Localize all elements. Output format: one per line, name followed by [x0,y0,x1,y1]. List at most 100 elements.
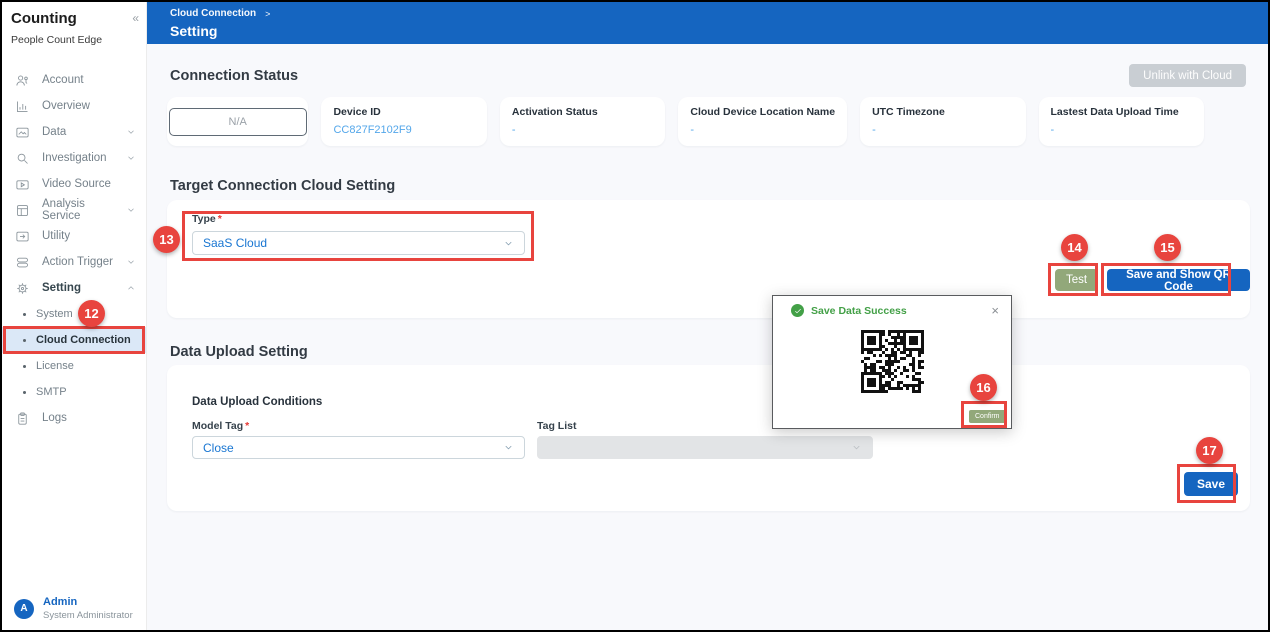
status-card-value: - [512,124,653,136]
sidebar-item-label: Data [42,126,66,138]
video-icon [15,177,30,192]
header-bar: Cloud Connection > Setting [147,2,1268,44]
save-and-show-qr-button[interactable]: Save and Show QR Code [1107,269,1250,291]
sidebar-item-system[interactable]: System [2,301,146,327]
status-card-label: Lastest Data Upload Time [1051,106,1192,118]
sidebar-item-data[interactable]: Data [2,119,146,145]
annotation-step-17: 17 [1196,437,1223,464]
sidebar-item-label: Action Trigger [42,256,113,268]
test-button[interactable]: Test [1055,269,1098,291]
tag-list-label: Tag List [537,420,576,432]
image-icon [15,125,30,140]
status-card-label: Activation Status [512,106,653,118]
bullet-icon [23,339,26,342]
sidebar-item-label: Logs [42,412,67,424]
sidebar-item-cloud-connection[interactable]: Cloud Connection 12 [2,327,146,353]
status-card-cloud-device-location: Cloud Device Location Name - [678,97,847,146]
dialog-title: Save Data Success [811,305,907,317]
model-tag-select[interactable]: Close [192,436,525,459]
sidebar-item-overview[interactable]: Overview [2,93,146,119]
status-card-label: UTC Timezone [872,106,1013,118]
status-card-utc-timezone: UTC Timezone - [860,97,1025,146]
clipboard-icon [15,411,30,426]
breadcrumb: Cloud Connection > [170,8,1268,19]
user-role: System Administrator [43,610,133,621]
account-icon [15,73,30,88]
sidebar-item-label: SMTP [36,386,67,398]
chevron-down-icon [126,205,136,215]
sidebar-item-action-trigger[interactable]: Action Trigger [2,249,146,275]
bullet-icon [23,391,26,394]
status-indicator-card: N/A [167,97,308,146]
sidebar-item-smtp[interactable]: SMTP [2,379,146,405]
status-indicator-value: N/A [169,108,307,136]
sidebar-item-investigation[interactable]: Investigation [2,145,146,171]
annotation-step-14: 14 [1061,234,1088,261]
sidebar-item-license[interactable]: License [2,353,146,379]
sidebar-item-logs[interactable]: Logs [2,405,146,431]
sidebar-item-label: Cloud Connection [36,334,131,346]
bar-chart-icon [15,99,30,114]
chevron-down-icon [503,442,514,453]
tag-list-select [537,436,873,459]
data-upload-card: Data Upload Conditions Model Tag* Close … [167,365,1250,511]
type-select[interactable]: SaaS Cloud [192,231,525,255]
gear-icon [15,281,30,296]
data-upload-conditions-label: Data Upload Conditions [192,396,322,408]
confirm-button[interactable]: Confirm [969,410,1006,423]
target-connection-card: Type* SaaS Cloud 13 Test 14 Save and Sho… [167,200,1250,318]
model-tag-select-value: Close [203,441,234,455]
status-card-label: Device ID [333,106,474,118]
sidebar-item-setting[interactable]: Setting [2,275,146,301]
user-profile[interactable]: A Admin System Administrator [14,596,133,621]
chevron-up-icon [126,283,136,293]
status-card-label: Cloud Device Location Name [690,106,835,118]
sidebar-item-label: License [36,360,74,372]
breadcrumb-item[interactable]: Cloud Connection [170,8,256,19]
sidebar-item-label: System [36,308,73,320]
layers-icon [15,255,30,270]
save-button[interactable]: Save [1184,472,1238,496]
status-card-value: - [872,124,1013,136]
unlink-with-cloud-button[interactable]: Unlink with Cloud [1129,64,1246,87]
chevron-down-icon [126,257,136,267]
model-tag-label: Model Tag* [192,420,249,432]
close-icon[interactable]: × [989,304,1001,317]
chevron-down-icon [126,127,136,137]
sidebar-item-utility[interactable]: Utility [2,223,146,249]
sidebar-item-label: Overview [42,100,90,112]
utility-box-icon [15,229,30,244]
save-success-dialog: Save Data Success × Confirm 16 [772,295,1012,429]
sidebar-item-label: Account [42,74,84,86]
connection-status-cards: N/A Device ID CC827F2102F9 Activation St… [167,97,1204,146]
breadcrumb-separator-icon: > [265,9,270,19]
required-mark: * [245,420,249,432]
app-title: Counting [11,10,136,27]
success-check-icon [791,304,804,317]
sidebar-menu: Account Overview Data [2,67,146,431]
qr-code [861,330,924,393]
status-card-value: - [690,124,835,136]
section-heading-target-connection: Target Connection Cloud Setting [170,178,395,194]
sidebar-item-account[interactable]: Account [2,67,146,93]
sidebar-item-label: Analysis Service [42,198,114,222]
sidebar-item-label: Investigation [42,152,107,164]
annotation-step-13: 13 [153,226,180,253]
bullet-icon [23,365,26,368]
status-card-activation-status: Activation Status - [500,97,665,146]
sidebar-item-video-source[interactable]: Video Source [2,171,146,197]
sidebar-collapse-icon[interactable]: « [132,11,139,25]
annotation-step-16: 16 [970,374,997,401]
app-window: Counting « People Count Edge Account Ove… [0,0,1270,632]
chevron-down-icon [126,153,136,163]
table-document-icon [15,203,30,218]
main-content: Connection Status Unlink with Cloud N/A … [147,44,1268,630]
chevron-down-icon [503,238,514,249]
required-mark: * [218,213,222,225]
sidebar-item-analysis-service[interactable]: Analysis Service [2,197,146,223]
sidebar: Counting « People Count Edge Account Ove… [2,2,147,630]
annotation-step-15: 15 [1154,234,1181,261]
type-select-value: SaaS Cloud [203,236,267,250]
page-title: Setting [170,23,1268,39]
status-card-value: - [1051,124,1192,136]
